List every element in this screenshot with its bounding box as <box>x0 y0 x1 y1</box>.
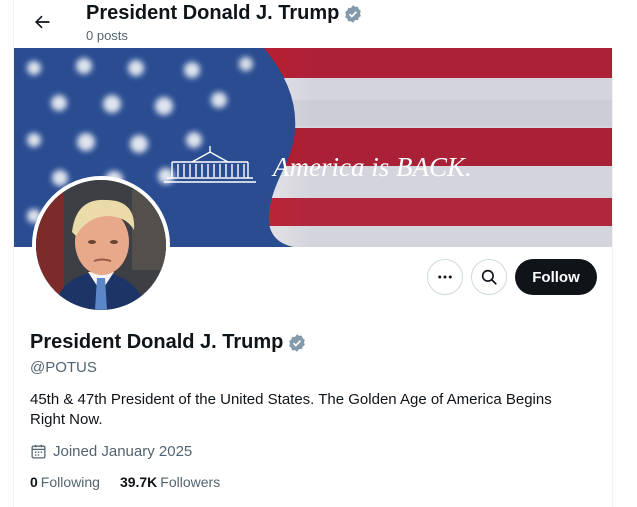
profile-header-bar: President Donald J. Trump 0 posts <box>14 0 614 48</box>
header-title-row: President Donald J. Trump <box>86 2 363 25</box>
profile-name: President Donald J. Trump <box>30 331 284 353</box>
following-link[interactable]: 0 Following <box>30 474 100 490</box>
followers-link[interactable]: 39.7K Followers <box>120 474 220 490</box>
follow-stats: 0 Following 39.7K Followers <box>30 474 220 490</box>
calendar-icon <box>31 444 46 459</box>
post-count: 0 posts <box>86 28 128 43</box>
profile-page: President Donald J. Trump 0 posts Americ… <box>13 0 614 507</box>
verified-badge-icon <box>345 4 362 23</box>
joined-date: Joined January 2025 <box>30 443 192 460</box>
avatar-portrait <box>36 180 166 310</box>
followers-label: Followers <box>160 474 221 490</box>
joined-label: Joined January 2025 <box>53 443 193 460</box>
more-dots-icon <box>438 275 452 279</box>
profile-handle: @POTUS <box>30 359 97 376</box>
follow-button[interactable]: Follow <box>515 259 597 295</box>
profile-bio: 45th & 47th President of the United Stat… <box>30 391 552 428</box>
more-options-button[interactable] <box>427 259 463 295</box>
search-profile-button[interactable] <box>471 259 507 295</box>
following-count: 0 <box>30 474 38 490</box>
back-button[interactable] <box>26 6 58 38</box>
banner-slogan: America is BACK. <box>271 152 472 182</box>
avatar[interactable] <box>32 176 170 314</box>
search-icon <box>481 269 497 285</box>
verified-badge-icon[interactable] <box>287 333 307 353</box>
followers-count: 39.7K <box>119 474 158 490</box>
header-title: President Donald J. Trump <box>86 2 340 24</box>
profile-name-row: President Donald J. Trump <box>30 331 307 354</box>
following-label: Following <box>40 474 100 490</box>
back-arrow-icon <box>35 15 50 29</box>
